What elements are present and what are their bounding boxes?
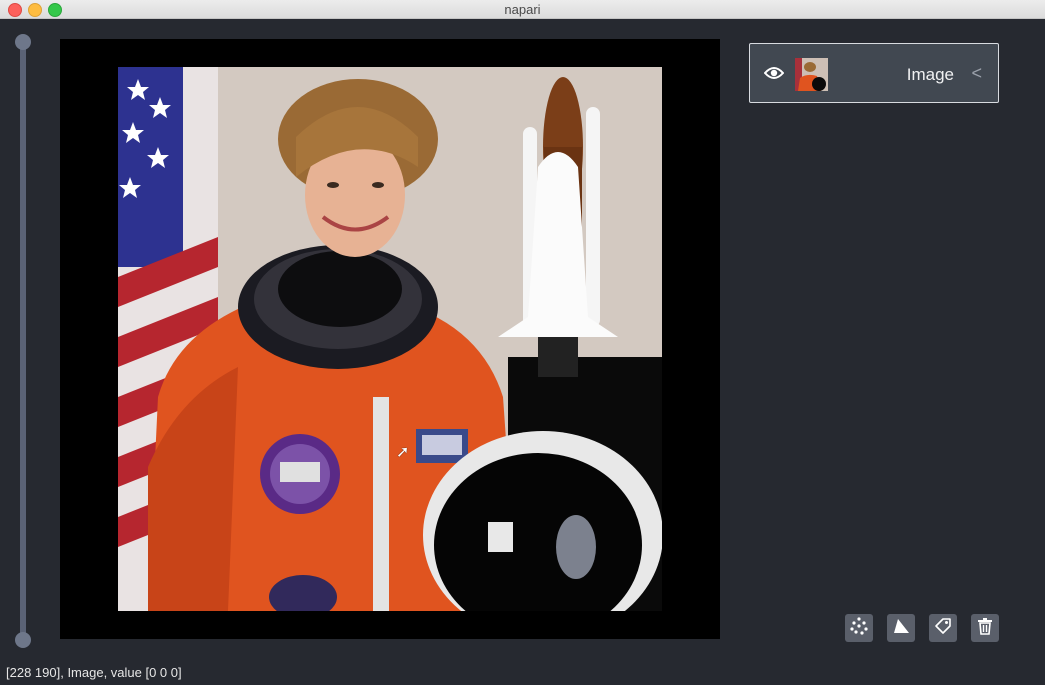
dims-slider[interactable] xyxy=(15,34,31,648)
window-title: napari xyxy=(504,2,541,17)
new-shapes-button[interactable] xyxy=(887,614,915,642)
astronaut-image xyxy=(118,67,662,611)
delete-layer-button[interactable] xyxy=(971,614,999,642)
new-labels-button[interactable] xyxy=(929,614,957,642)
new-labels-icon xyxy=(934,617,952,640)
chevron-left-icon[interactable]: < xyxy=(971,63,982,84)
viewer-canvas[interactable]: ➚ xyxy=(60,39,720,639)
dims-slider-bottom-handle[interactable] xyxy=(15,632,31,648)
mouse-cursor: ➚ xyxy=(396,444,410,461)
delete-layer-icon xyxy=(976,617,994,640)
dims-slider-top-handle[interactable] xyxy=(15,34,31,50)
new-points-button[interactable] xyxy=(845,614,873,642)
layer-thumbnail xyxy=(795,58,828,91)
layer-name[interactable]: Image xyxy=(907,65,954,85)
layer-item-image[interactable]: Image < xyxy=(749,43,999,103)
status-bar-text: [228 190], Image, value [0 0 0] xyxy=(6,665,182,680)
visibility-eye-icon[interactable] xyxy=(763,66,785,80)
window-titlebar: napari xyxy=(0,0,1045,19)
new-shapes-icon xyxy=(892,617,910,640)
new-points-icon xyxy=(850,616,868,640)
